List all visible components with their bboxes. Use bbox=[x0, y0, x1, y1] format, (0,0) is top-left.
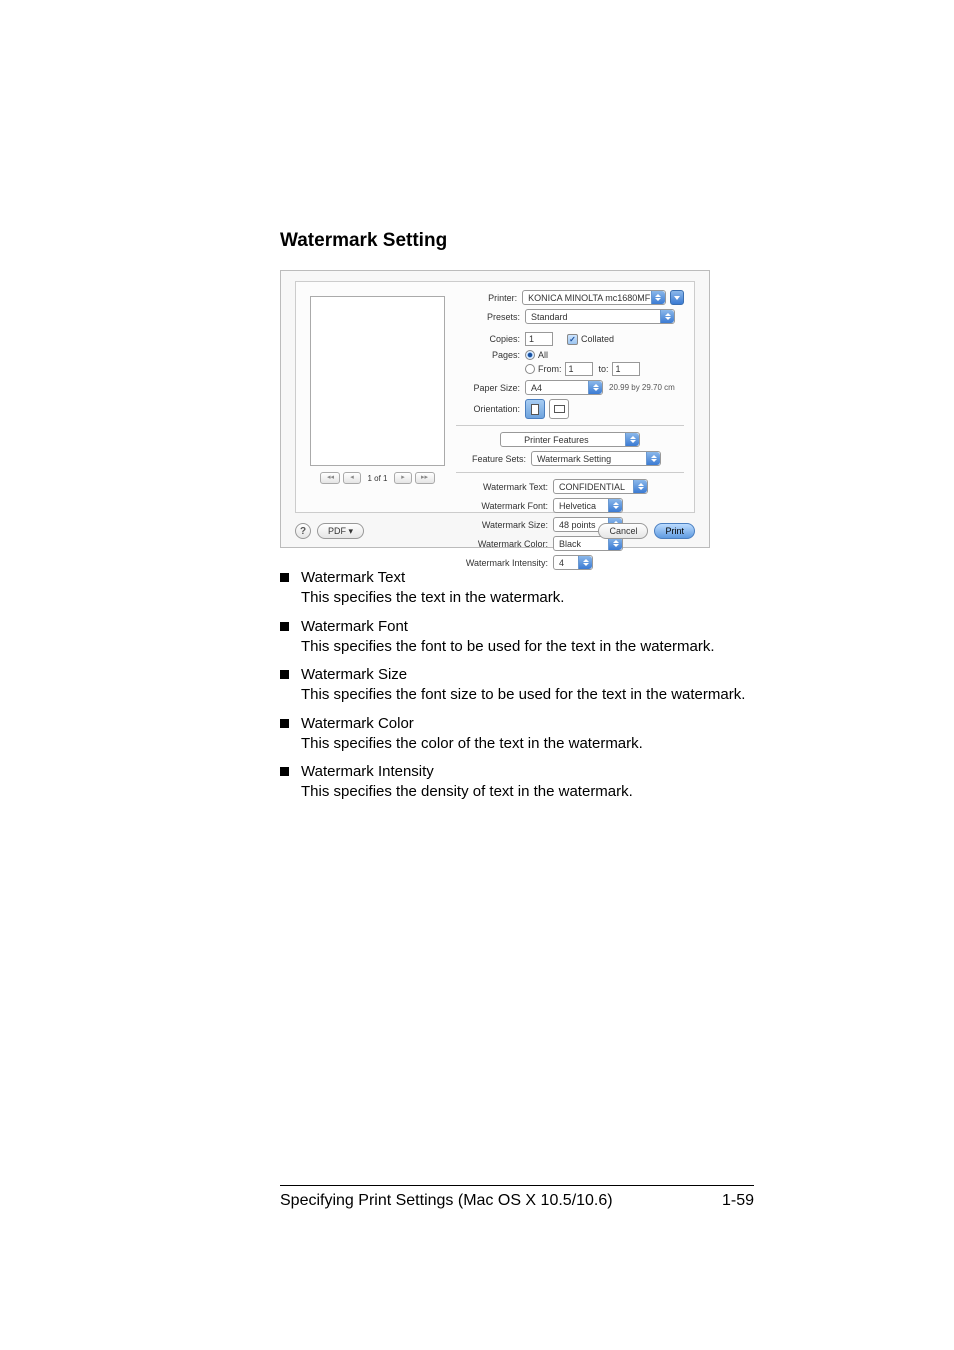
bullet-item: Watermark Font This specifies the font t… bbox=[280, 617, 754, 658]
bullet-item: Watermark Size This specifies the font s… bbox=[280, 665, 754, 706]
select-cap-icon bbox=[633, 480, 647, 493]
bullet-icon bbox=[280, 670, 289, 679]
section-value: Printer Features bbox=[524, 435, 589, 445]
wm-text-value: CONFIDENTIAL bbox=[559, 482, 625, 492]
select-cap-icon bbox=[608, 499, 622, 512]
nav-last-button[interactable]: ▸▸ bbox=[415, 472, 435, 484]
pages-range-radio[interactable] bbox=[525, 364, 535, 374]
bullet-icon bbox=[280, 622, 289, 631]
featuresets-select[interactable]: Watermark Setting bbox=[531, 451, 661, 466]
wm-font-select[interactable]: Helvetica bbox=[553, 498, 623, 513]
select-cap-icon bbox=[625, 433, 639, 446]
pdf-menu-button[interactable]: PDF ▾ bbox=[317, 523, 364, 539]
preview-nav: ◂◂ ◂ 1 of 1 ▸ ▸▸ bbox=[310, 472, 445, 484]
presets-value: Standard bbox=[531, 312, 568, 322]
bullet-desc: This specifies the font size to be used … bbox=[301, 685, 745, 705]
select-cap-icon bbox=[660, 310, 674, 323]
papersize-dims: 20.99 by 29.70 cm bbox=[609, 383, 675, 392]
collated-label: Collated bbox=[581, 334, 614, 344]
wm-intensity-value: 4 bbox=[559, 558, 564, 568]
printer-value: KONICA MINOLTA mc1680MF bbox=[528, 293, 650, 303]
orientation-portrait-button[interactable] bbox=[525, 399, 545, 419]
featuresets-value: Watermark Setting bbox=[537, 454, 611, 464]
bullet-item: Watermark Intensity This specifies the d… bbox=[280, 762, 754, 803]
wm-text-select[interactable]: CONFIDENTIAL bbox=[553, 479, 648, 494]
pages-from-label: From: bbox=[538, 364, 562, 374]
printer-select[interactable]: KONICA MINOLTA mc1680MF bbox=[522, 290, 666, 305]
copies-input[interactable]: 1 bbox=[525, 332, 553, 346]
nav-next-button[interactable]: ▸ bbox=[394, 472, 412, 484]
print-button[interactable]: Print bbox=[654, 523, 695, 539]
pages-all-radio[interactable] bbox=[525, 350, 535, 360]
wm-color-value: Black bbox=[559, 539, 581, 549]
printer-disclosure-button[interactable] bbox=[670, 290, 684, 305]
presets-select[interactable]: Standard bbox=[525, 309, 675, 324]
page-preview bbox=[310, 296, 445, 466]
select-cap-icon bbox=[646, 452, 660, 465]
pages-to-label: to: bbox=[599, 364, 609, 374]
footer-left: Specifying Print Settings (Mac OS X 10.5… bbox=[280, 1192, 613, 1210]
bullet-desc: This specifies the text in the watermark… bbox=[301, 588, 564, 608]
bullet-icon bbox=[280, 573, 289, 582]
bullet-desc: This specifies the density of text in th… bbox=[301, 782, 633, 802]
portrait-icon bbox=[531, 404, 539, 415]
bullet-icon bbox=[280, 719, 289, 728]
collated-checkbox[interactable] bbox=[567, 334, 578, 345]
papersize-value: A4 bbox=[531, 383, 542, 393]
bullet-desc: This specifies the color of the text in … bbox=[301, 734, 643, 754]
copies-label: Copies: bbox=[456, 334, 520, 344]
dialog-inner: ◂◂ ◂ 1 of 1 ▸ ▸▸ Printer: KONICA MINOLTA… bbox=[295, 281, 695, 513]
wm-intensity-select[interactable]: 4 bbox=[553, 555, 593, 570]
pages-label: Pages: bbox=[456, 350, 520, 360]
pages-all-label: All bbox=[538, 350, 548, 360]
wm-color-label: Watermark Color: bbox=[456, 539, 548, 549]
bullet-item: Watermark Text This specifies the text i… bbox=[280, 568, 754, 609]
bullet-list: Watermark Text This specifies the text i… bbox=[280, 568, 754, 803]
help-button[interactable]: ? bbox=[295, 523, 311, 539]
footer-right: 1-59 bbox=[722, 1192, 754, 1210]
pages-to-input[interactable]: 1 bbox=[612, 362, 640, 376]
nav-count: 1 of 1 bbox=[367, 474, 387, 483]
papersize-label: Paper Size: bbox=[456, 383, 520, 393]
wm-font-label: Watermark Font: bbox=[456, 501, 548, 511]
divider bbox=[456, 425, 684, 426]
cancel-button[interactable]: Cancel bbox=[598, 523, 648, 539]
wm-font-value: Helvetica bbox=[559, 501, 596, 511]
pages-from-input[interactable]: 1 bbox=[565, 362, 593, 376]
section-select[interactable]: Printer Features bbox=[500, 432, 640, 447]
landscape-icon bbox=[554, 405, 565, 413]
select-cap-icon bbox=[578, 556, 592, 569]
bullet-title: Watermark Font bbox=[301, 617, 715, 637]
presets-label: Presets: bbox=[456, 312, 520, 322]
printer-label: Printer: bbox=[456, 293, 517, 303]
divider bbox=[456, 472, 684, 473]
orientation-landscape-button[interactable] bbox=[549, 399, 569, 419]
nav-prev-button[interactable]: ◂ bbox=[343, 472, 361, 484]
select-cap-icon bbox=[588, 381, 602, 394]
print-dialog: ◂◂ ◂ 1 of 1 ▸ ▸▸ Printer: KONICA MINOLTA… bbox=[280, 270, 710, 548]
page-footer: Specifying Print Settings (Mac OS X 10.5… bbox=[280, 1185, 754, 1210]
wm-intensity-label: Watermark Intensity: bbox=[456, 558, 548, 568]
select-cap-icon bbox=[651, 291, 665, 304]
bullet-title: Watermark Intensity bbox=[301, 762, 633, 782]
section-heading: Watermark Setting bbox=[280, 230, 754, 252]
bullet-icon bbox=[280, 767, 289, 776]
orientation-label: Orientation: bbox=[456, 404, 520, 414]
wm-text-label: Watermark Text: bbox=[456, 482, 548, 492]
document-page: Watermark Setting ◂◂ ◂ 1 of 1 ▸ ▸▸ Print… bbox=[0, 0, 954, 1350]
nav-first-button[interactable]: ◂◂ bbox=[320, 472, 340, 484]
bullet-desc: This specifies the font to be used for t… bbox=[301, 637, 715, 657]
papersize-select[interactable]: A4 bbox=[525, 380, 603, 395]
dialog-footer: ? PDF ▾ Cancel Print bbox=[295, 523, 695, 539]
bullet-title: Watermark Size bbox=[301, 665, 745, 685]
featuresets-label: Feature Sets: bbox=[456, 454, 526, 464]
bullet-title: Watermark Color bbox=[301, 714, 643, 734]
bullet-item: Watermark Color This specifies the color… bbox=[280, 714, 754, 755]
